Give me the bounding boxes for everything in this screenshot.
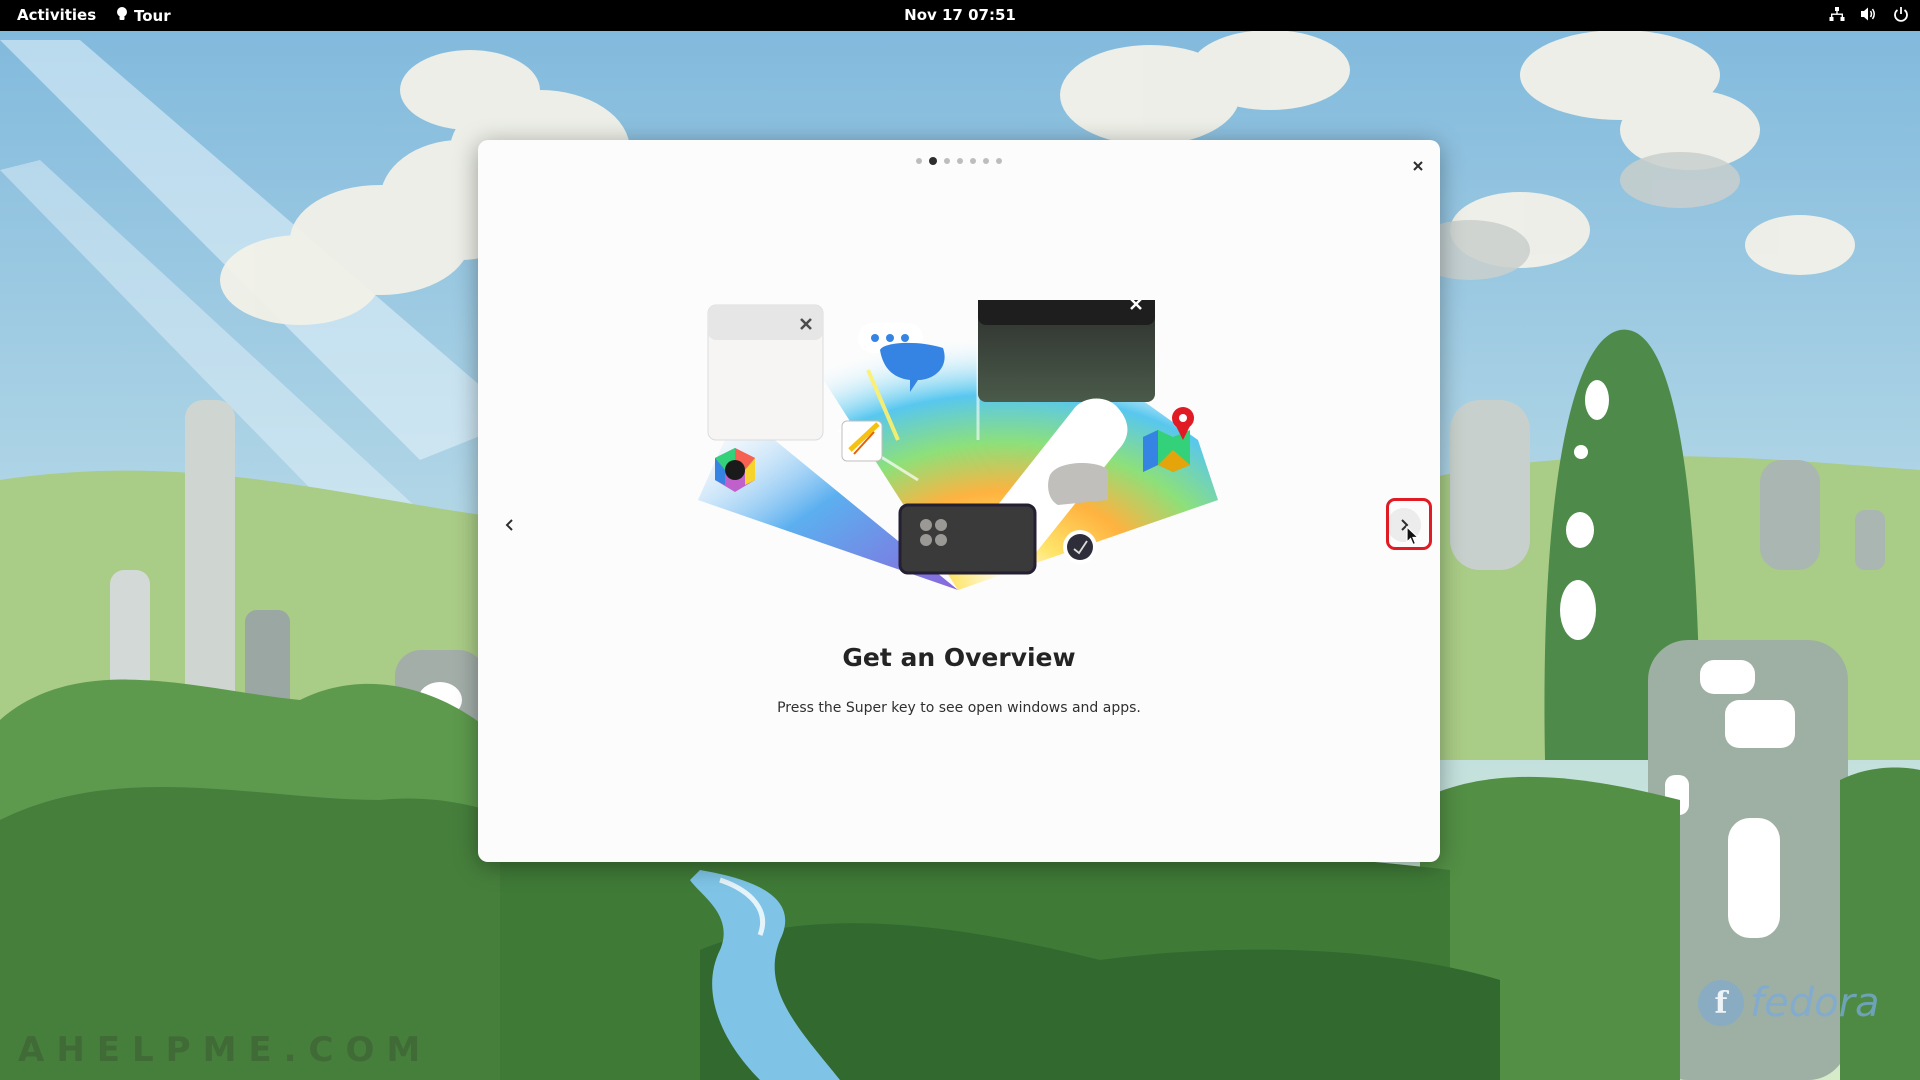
page-dot[interactable] bbox=[957, 158, 963, 164]
watermark-text: AHELPME.COM bbox=[18, 1030, 433, 1070]
page-dot[interactable] bbox=[983, 158, 989, 164]
close-button[interactable] bbox=[1405, 153, 1431, 179]
activities-button[interactable]: Activities bbox=[17, 6, 96, 24]
page-dot[interactable] bbox=[996, 158, 1002, 164]
clock-button[interactable]: Nov 17 07:51 bbox=[904, 6, 1016, 24]
close-icon bbox=[1413, 161, 1423, 171]
page-dot[interactable] bbox=[970, 158, 976, 164]
app-menu[interactable]: Tour bbox=[116, 6, 171, 26]
page-dot[interactable] bbox=[944, 158, 950, 164]
network-wired-icon[interactable] bbox=[1828, 5, 1846, 23]
fedora-logo: f fedora bbox=[1698, 980, 1880, 1026]
fedora-f-icon: f bbox=[1698, 980, 1744, 1026]
page-description: Press the Super key to see open windows … bbox=[777, 700, 1141, 716]
mouse-cursor-icon bbox=[1406, 526, 1420, 546]
system-status-area[interactable] bbox=[1828, 5, 1910, 23]
tour-dialog: Get an Overview Press the Super key to s… bbox=[478, 140, 1440, 862]
page-title: Get an Overview bbox=[842, 643, 1076, 672]
page-indicator bbox=[478, 157, 1440, 165]
previous-page-button[interactable] bbox=[493, 508, 527, 542]
overview-illustration bbox=[698, 300, 1218, 590]
power-icon[interactable] bbox=[1892, 5, 1910, 23]
chevron-left-icon bbox=[505, 519, 513, 531]
lightbulb-icon bbox=[116, 6, 128, 26]
page-dot[interactable] bbox=[929, 157, 937, 165]
fedora-logo-text: fedora bbox=[1750, 980, 1880, 1026]
volume-icon[interactable] bbox=[1860, 5, 1878, 23]
app-menu-label: Tour bbox=[134, 7, 171, 25]
top-bar: Activities Tour Nov 17 07:51 bbox=[0, 0, 1920, 31]
page-dot[interactable] bbox=[916, 158, 922, 164]
